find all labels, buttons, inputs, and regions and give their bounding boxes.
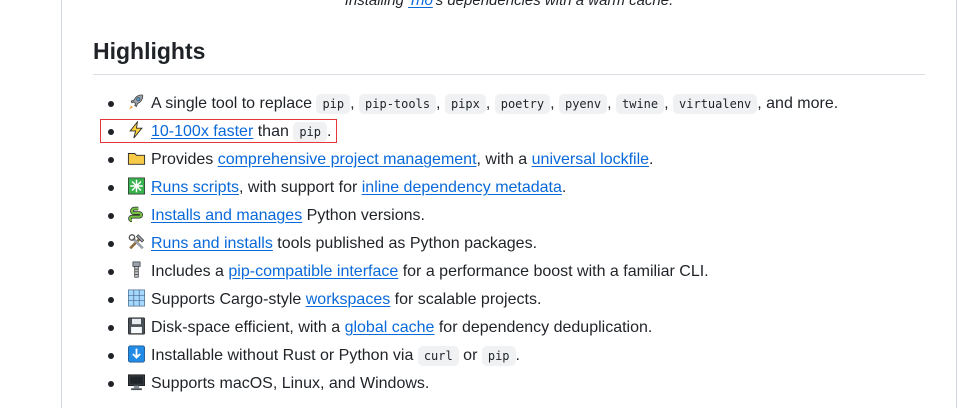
list-item: Runs scripts, with support for inline de… [106,174,926,202]
desktop-computer-icon [127,373,146,391]
bullet-dot [108,325,114,331]
inline-code: pipx [444,94,486,114]
inline-link[interactable]: universal lockfile [532,151,649,168]
item-text: , [485,95,495,112]
inline-link[interactable]: global cache [345,319,435,336]
caption-suffix: 's dependencies with a warm cache. [432,0,674,9]
list-item: Runs and installs tools published as Pyt… [106,230,926,258]
inline-link[interactable]: Runs scripts [151,179,239,196]
inline-link[interactable]: comprehensive project management [218,151,477,168]
inline-code: curl [417,346,459,366]
item-text: , with a [476,151,532,168]
inline-link[interactable]: inline dependency metadata [362,179,562,196]
item-text: or [458,347,482,364]
snake-icon [127,205,146,223]
inline-link[interactable]: Installs and manages [151,207,302,224]
inline-link[interactable]: Runs and installs [151,235,273,252]
caption-prefix: Installing [344,0,409,9]
inline-code: pip [316,94,351,114]
item-text: Installable without Rust or Python via [151,347,418,364]
inline-link[interactable]: workspaces [306,291,390,308]
highlight-annotation-box [100,119,337,143]
inline-code: twine [616,94,665,114]
item-text: . [561,179,567,196]
list-item: Installs and manages Python versions. [106,202,926,230]
floppy-disk-icon [127,317,146,335]
item-text: , with support for [239,179,362,196]
bullet-dot [108,381,114,387]
bullet-dot [108,157,114,163]
bullet-dot [108,353,114,359]
list-item: Disk-space efficient, with a global cach… [106,314,926,342]
item-text: , [607,95,616,112]
image-caption: Installing Trio's dependencies with a wa… [62,0,956,9]
list-item: A single tool to replace pip, pip-tools,… [106,90,926,118]
list-item: Provides comprehensive project managemen… [106,146,926,174]
item-text: Includes a [151,263,229,280]
bullet-dot [108,101,114,107]
item-text: , [350,95,360,112]
list-item: Includes a pip-compatible interface for … [106,258,926,286]
item-text: tools published as Python packages. [272,235,538,252]
inline-code: pip [481,346,516,366]
item-text: for dependency deduplication. [434,319,653,336]
bullet-dot [108,213,114,219]
list-item: Installable without Rust or Python via c… [106,342,926,370]
bullet-dot [108,241,114,247]
sparkle-icon [127,177,146,195]
rocket-icon [127,93,146,111]
folder-icon [127,149,146,167]
inline-link[interactable]: pip-compatible interface [228,263,398,280]
tools-icon [127,233,146,251]
item-text: Disk-space efficient, with a [151,319,345,336]
list-item: Supports Cargo-style workspaces for scal… [106,286,926,314]
trio-link[interactable]: Trio [408,0,433,9]
item-text: Supports Cargo-style [151,291,306,308]
item-text: Provides [151,151,218,168]
down-arrow-icon [127,345,146,363]
item-text: Supports macOS, Linux, and Windows. [151,375,430,392]
item-text: , and more. [757,95,839,112]
item-text: . [515,347,520,364]
bullet-dot [108,185,114,191]
item-text: for a performance boost with a familiar … [398,263,709,280]
inline-code: poetry [494,94,551,114]
item-text: for scalable projects. [390,291,542,308]
item-text: . [649,151,654,168]
list-item: Supports macOS, Linux, and Windows. [106,370,926,398]
item-text: A single tool to replace [151,95,317,112]
item-text: Python versions. [302,207,425,224]
bullet-dot [108,297,114,303]
item-text: , [664,95,674,112]
heading-divider [93,74,925,75]
bullet-dot [108,269,114,275]
item-text: , [436,95,445,112]
section-heading: Highlights [93,38,206,64]
bolts-icon [127,261,146,279]
inline-code: pip-tools [359,94,437,114]
inline-code: pyenv [558,94,608,114]
grid-icon [127,289,146,307]
item-text: , [550,95,559,112]
inline-code: virtualenv [673,94,758,114]
